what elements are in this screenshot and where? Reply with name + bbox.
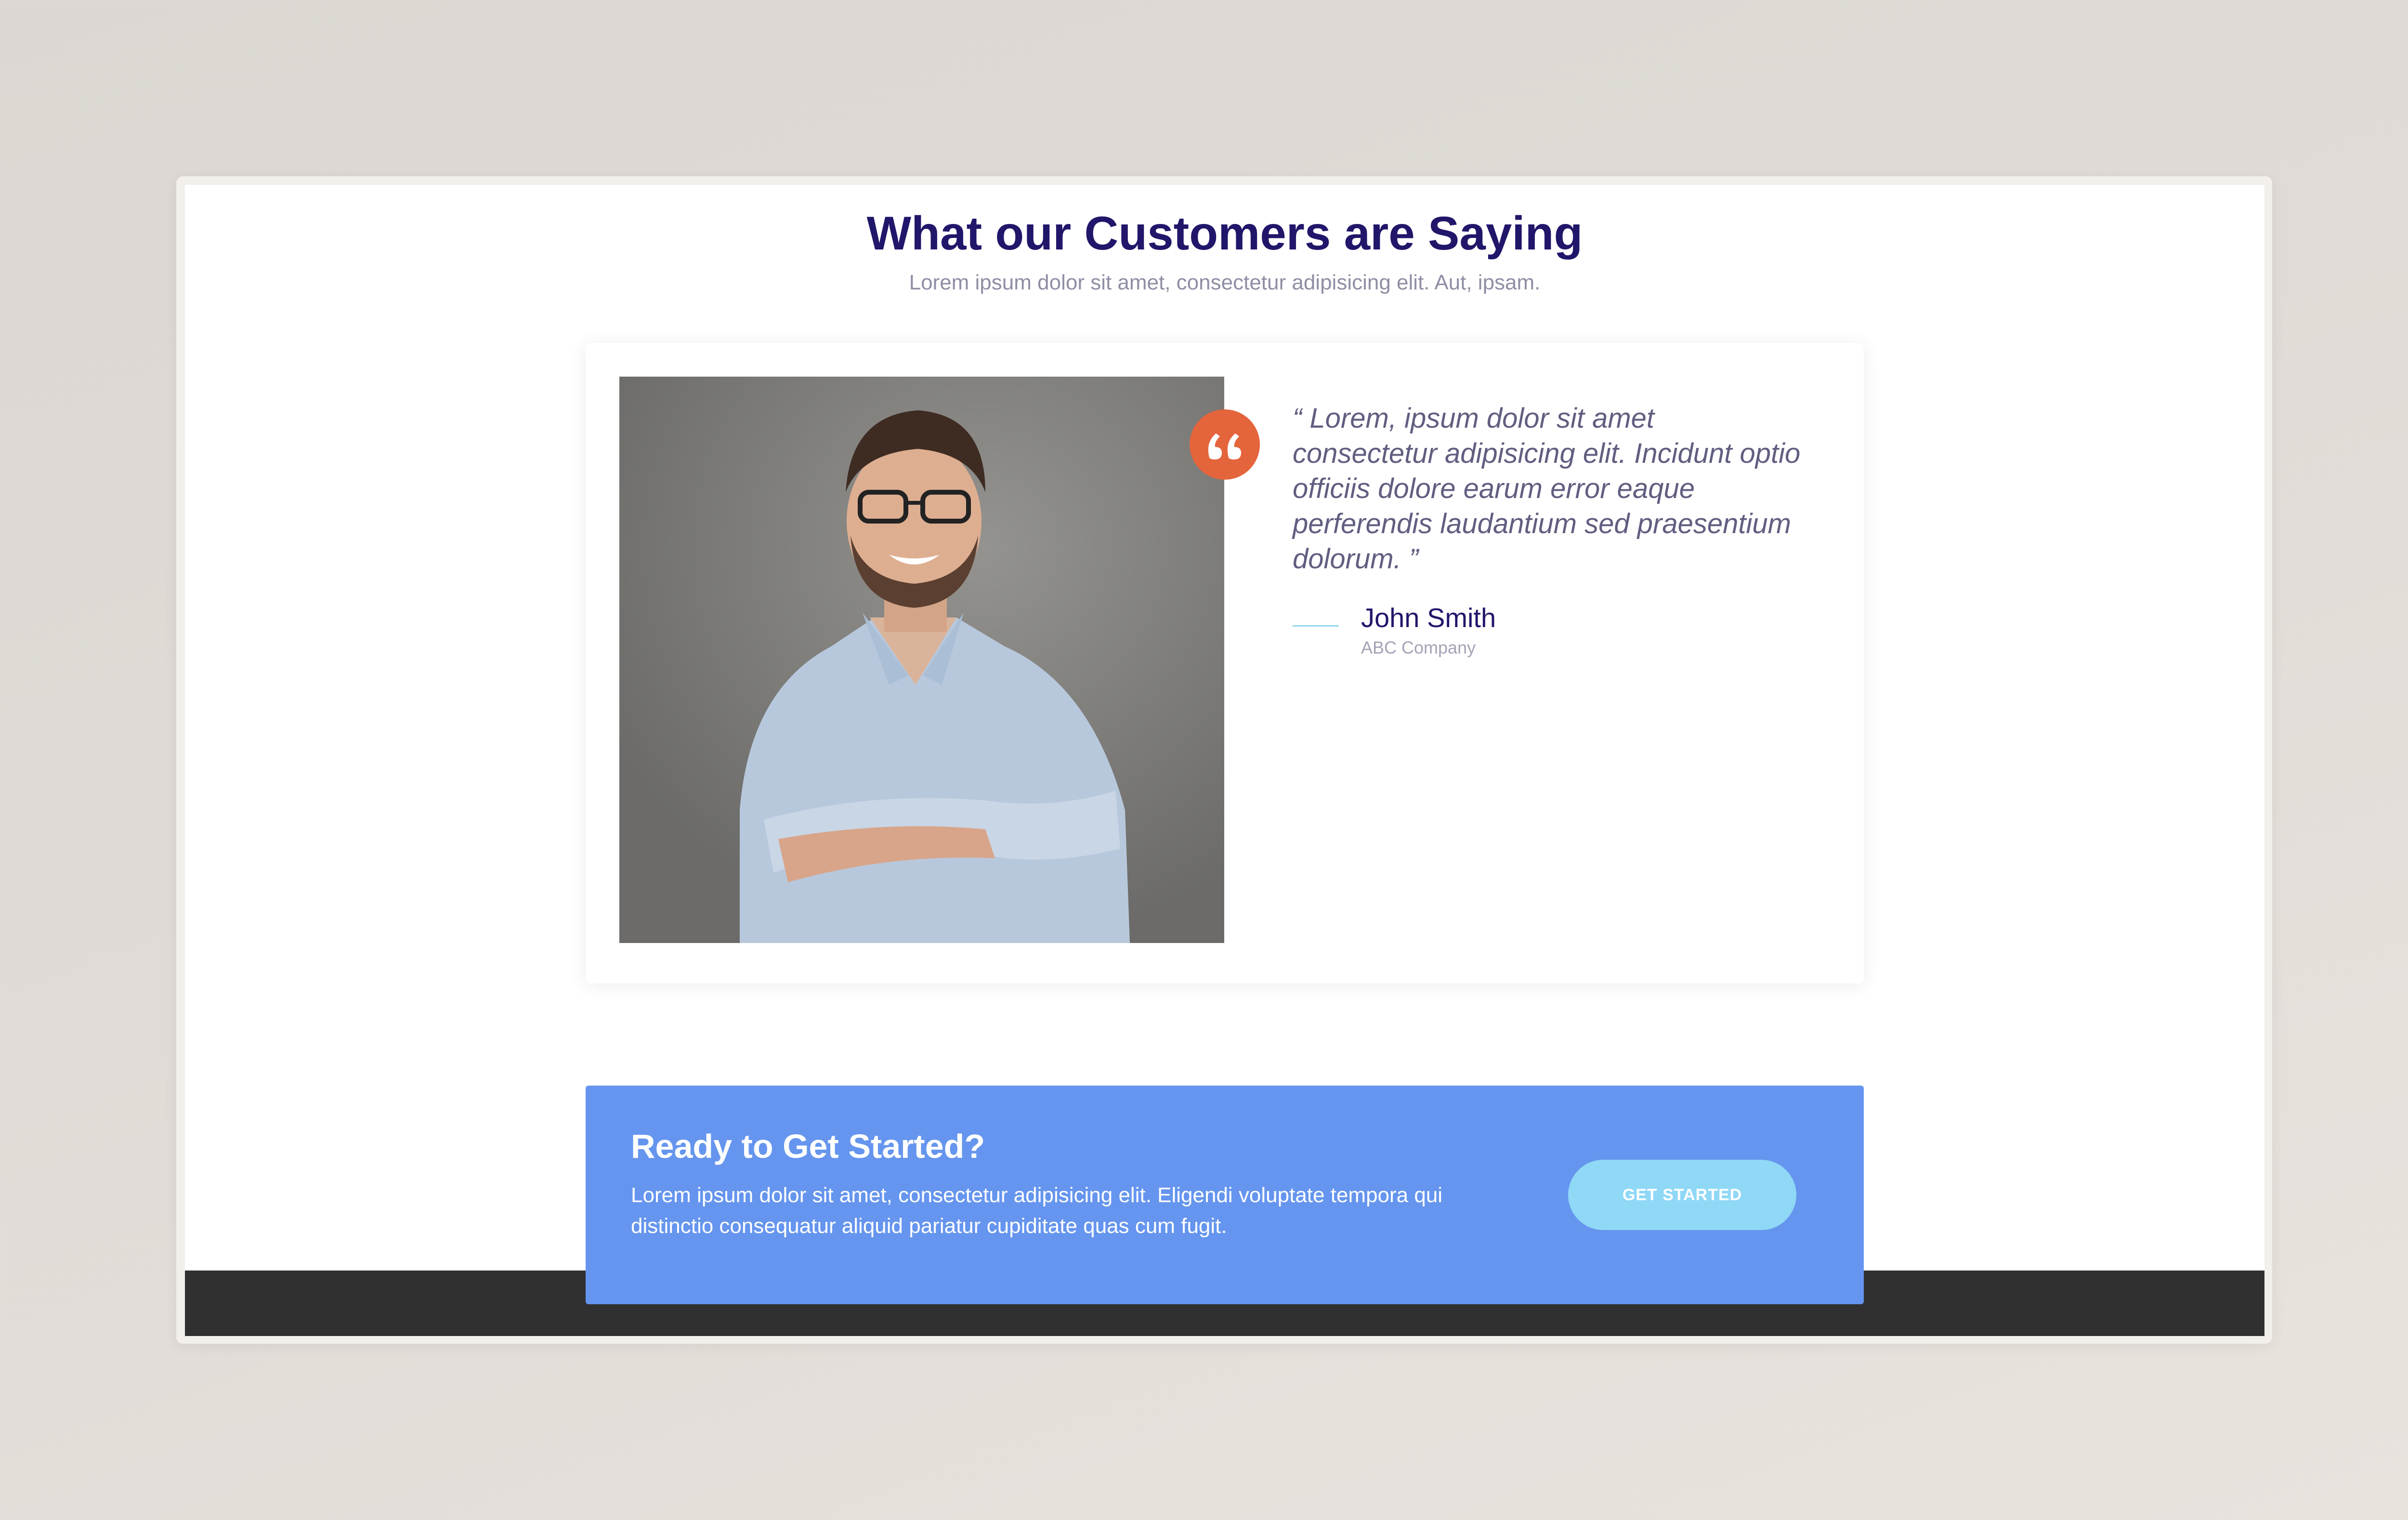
section-title: What our Customers are Saying <box>866 207 1583 260</box>
page-viewport: What our Customers are Saying Lorem ipsu… <box>185 185 2264 1336</box>
cta-title: Ready to Get Started? <box>631 1127 985 1165</box>
get-started-button[interactable]: GET STARTED <box>1568 1160 1796 1230</box>
person-photo-icon <box>619 377 1224 943</box>
quote-icon <box>1190 409 1260 480</box>
testimonial-card: “ Lorem, ipsum dolor sit amet consectetu… <box>586 343 1864 983</box>
section-subtitle: Lorem ipsum dolor sit amet, consectetur … <box>909 271 1541 294</box>
testimonial-quote: “ Lorem, ipsum dolor sit amet consectetu… <box>1293 403 1801 575</box>
author-name: John Smith <box>1361 603 1496 633</box>
customer-photo <box>619 377 1224 943</box>
cta-section: Ready to Get Started? Lorem ipsum dolor … <box>586 1086 1864 1304</box>
author-company: ABC Company <box>1361 638 1476 657</box>
author-divider <box>1293 625 1339 627</box>
cta-text: Lorem ipsum dolor sit amet, consectetur … <box>631 1183 1443 1238</box>
